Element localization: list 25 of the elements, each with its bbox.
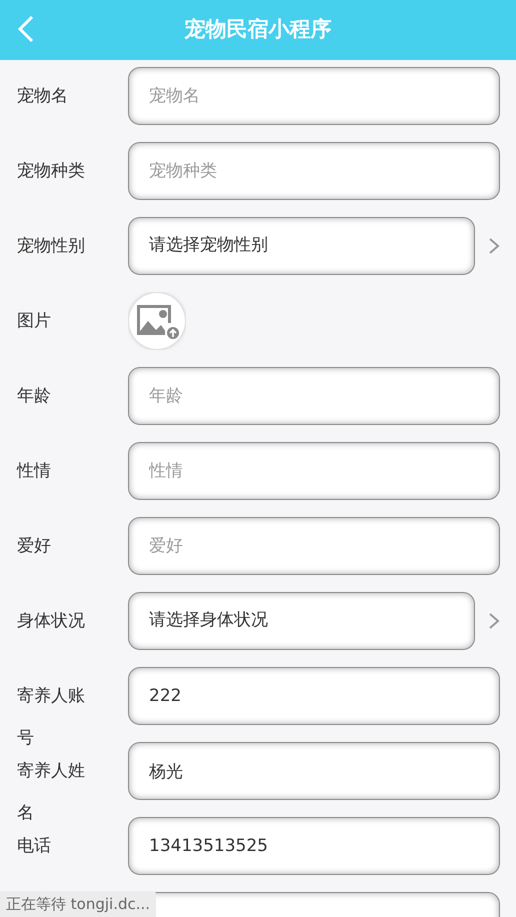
select-field[interactable]: 请选择宠物性别 [128, 217, 475, 275]
input-field[interactable]: 爱好 [128, 517, 500, 575]
input-field[interactable]: 13413513525 [128, 817, 500, 875]
select-field[interactable]: 请选择身体状况 [128, 592, 475, 650]
field-label: 身体状况 [17, 611, 85, 631]
field-label: 性情 [17, 461, 51, 481]
field-label: 年龄 [17, 386, 51, 406]
page-title: 宠物民宿小程序 [184, 16, 332, 44]
input-field[interactable]: 宠物种类 [128, 142, 500, 200]
field-label: 宠物名 [17, 86, 68, 106]
field-label: 寄养人姓名 [17, 761, 85, 823]
input-field[interactable]: 宠物名 [128, 67, 500, 125]
loading-toast: 正在等待 tongji.dc... [0, 890, 156, 917]
field-label: 寄养人账号 [17, 686, 85, 748]
image-upload-icon[interactable] [128, 292, 186, 350]
input-field[interactable]: 222 [128, 667, 500, 725]
field-label: 图片 [17, 311, 51, 331]
field-label: 宠物性别 [17, 236, 85, 256]
input-field[interactable]: 年龄 [128, 367, 500, 425]
field-label: 爱好 [17, 536, 51, 556]
chevron-icon [488, 237, 500, 255]
field-label: 电话 [17, 836, 51, 856]
field-label: 宠物种类 [17, 161, 85, 181]
input-field[interactable]: 杨光 [128, 742, 500, 800]
chevron-icon [488, 612, 500, 630]
